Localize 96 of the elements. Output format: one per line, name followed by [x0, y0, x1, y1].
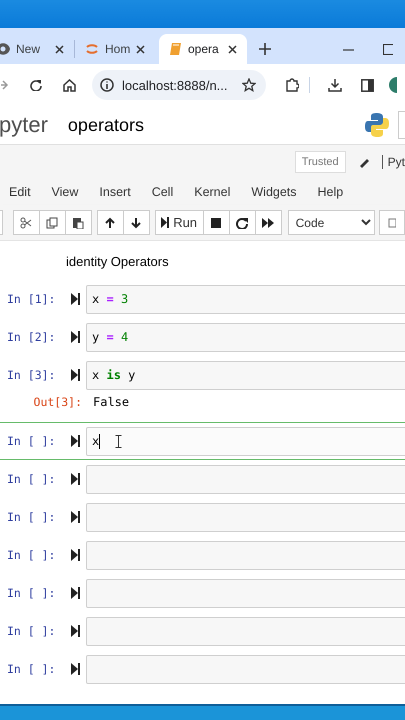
- restart-run-all-button[interactable]: [254, 210, 282, 235]
- star-icon[interactable]: [242, 78, 256, 92]
- home-icon[interactable]: [63, 78, 76, 92]
- code-input[interactable]: [86, 464, 405, 494]
- run-cell-icon[interactable]: [71, 625, 80, 637]
- close-icon[interactable]: [228, 44, 237, 54]
- notebook-cell[interactable]: In [3]: x is y Out[3]: False: [0, 356, 405, 422]
- input-prompt: In [1]:: [6, 292, 56, 306]
- run-cell-icon[interactable]: [71, 331, 80, 343]
- notebook-cell[interactable]: In [ ]: x: [0, 422, 405, 460]
- jupyter-logo-text[interactable]: pyter: [0, 112, 48, 138]
- code-input[interactable]: x = 3: [86, 284, 405, 314]
- arrow-up-icon: [104, 216, 116, 228]
- forward-icon[interactable]: [1, 79, 9, 91]
- info-icon: [100, 78, 114, 92]
- code-input[interactable]: [86, 654, 405, 684]
- menu-item[interactable]: Kernel: [194, 184, 230, 198]
- menu-item[interactable]: Cell: [152, 184, 174, 198]
- download-icon[interactable]: [328, 78, 342, 92]
- close-icon[interactable]: [136, 44, 146, 54]
- code-input[interactable]: x: [86, 426, 405, 456]
- run-button[interactable]: Run: [154, 210, 204, 235]
- run-cell-icon[interactable]: [71, 549, 80, 561]
- extension-icon[interactable]: [285, 78, 299, 92]
- stop-icon: [210, 216, 222, 228]
- scissors-icon: [20, 216, 32, 228]
- input-prompt: In [ ]:: [6, 510, 56, 524]
- notebook-cell[interactable]: In [1]: x = 3: [0, 280, 405, 318]
- copy-icon: [46, 216, 58, 228]
- copy-button[interactable]: [38, 210, 66, 235]
- notebook-cell[interactable]: In [ ]:: [0, 460, 405, 498]
- address-bar[interactable]: localhost:8888/n...: [92, 70, 266, 100]
- run-cell-icon[interactable]: [71, 663, 80, 675]
- input-prompt: In [3]:: [6, 368, 56, 382]
- code-input[interactable]: [86, 540, 405, 570]
- fast-forward-icon: [262, 216, 274, 228]
- run-cell-icon[interactable]: [71, 435, 80, 447]
- input-prompt: In [ ]:: [6, 586, 56, 600]
- code-input[interactable]: y = 4: [86, 322, 405, 352]
- browser-tab[interactable]: Hom: [75, 34, 153, 64]
- trusted-badge[interactable]: Trusted: [294, 150, 346, 172]
- input-prompt: In [ ]:: [6, 548, 56, 562]
- input-prompt: In [ ]:: [6, 434, 56, 448]
- restart-icon: [236, 216, 248, 228]
- run-cell-icon[interactable]: [71, 511, 80, 523]
- paste-button[interactable]: [64, 210, 92, 235]
- notebook-cell[interactable]: In [ ]:: [0, 574, 405, 612]
- notebook-cell[interactable]: In [ ]:: [0, 650, 405, 688]
- python-logo-icon: [364, 112, 390, 138]
- step-icon: [161, 217, 170, 228]
- menu-item[interactable]: Edit: [9, 184, 31, 198]
- side-panel-icon[interactable]: [361, 78, 374, 92]
- menu-item[interactable]: Help: [318, 184, 344, 198]
- paste-icon: [72, 216, 84, 228]
- input-prompt: In [ ]:: [6, 662, 56, 676]
- run-cell-icon[interactable]: [71, 473, 80, 485]
- close-icon[interactable]: [55, 44, 64, 54]
- move-up-button[interactable]: [96, 210, 124, 235]
- notebook-cell[interactable]: In [2]: y = 4: [0, 318, 405, 356]
- menu-item[interactable]: Insert: [99, 184, 131, 198]
- output-text: False: [93, 395, 130, 409]
- code-input[interactable]: [86, 502, 405, 532]
- new-tab-icon[interactable]: [259, 43, 271, 55]
- profile-icon[interactable]: [389, 77, 397, 93]
- cell-type-dropdown[interactable]: Code: [288, 210, 375, 235]
- notebook-cell[interactable]: identity Operators: [0, 242, 405, 280]
- menu-item[interactable]: Widgets: [251, 184, 297, 198]
- cut-button[interactable]: [12, 210, 40, 235]
- notebook-title[interactable]: operators: [68, 114, 364, 136]
- menu-item[interactable]: View: [52, 184, 78, 198]
- code-input[interactable]: x is y: [86, 360, 405, 390]
- code-input[interactable]: [86, 616, 405, 646]
- input-prompt: In [ ]:: [6, 472, 56, 486]
- text-cursor-icon: [115, 434, 122, 448]
- run-cell-icon[interactable]: [71, 369, 80, 381]
- browser-tab[interactable]: opera: [159, 34, 247, 64]
- notebook-cell[interactable]: In [ ]:: [0, 498, 405, 536]
- kernel-name: Pyt: [382, 154, 405, 168]
- reload-icon[interactable]: [30, 79, 42, 91]
- maximize-icon[interactable]: [383, 44, 393, 54]
- run-cell-icon[interactable]: [71, 587, 80, 599]
- input-prompt: In [2]:: [6, 330, 56, 344]
- move-down-button[interactable]: [122, 210, 150, 235]
- restart-button[interactable]: [228, 210, 256, 235]
- output-prompt: Out[3]:: [32, 395, 82, 409]
- command-palette-button[interactable]: [379, 210, 405, 235]
- arrow-down-icon: [130, 216, 142, 228]
- code-input[interactable]: [86, 578, 405, 608]
- notebook-cell[interactable]: In [ ]:: [0, 536, 405, 574]
- run-cell-icon[interactable]: [71, 293, 80, 305]
- book-icon: [169, 42, 182, 56]
- notebook-cell[interactable]: In [ ]:: [0, 612, 405, 650]
- browser-tab[interactable]: New: [0, 34, 74, 64]
- stop-button[interactable]: [202, 210, 230, 235]
- input-prompt: In [ ]:: [6, 624, 56, 638]
- orbit-icon: [85, 42, 99, 56]
